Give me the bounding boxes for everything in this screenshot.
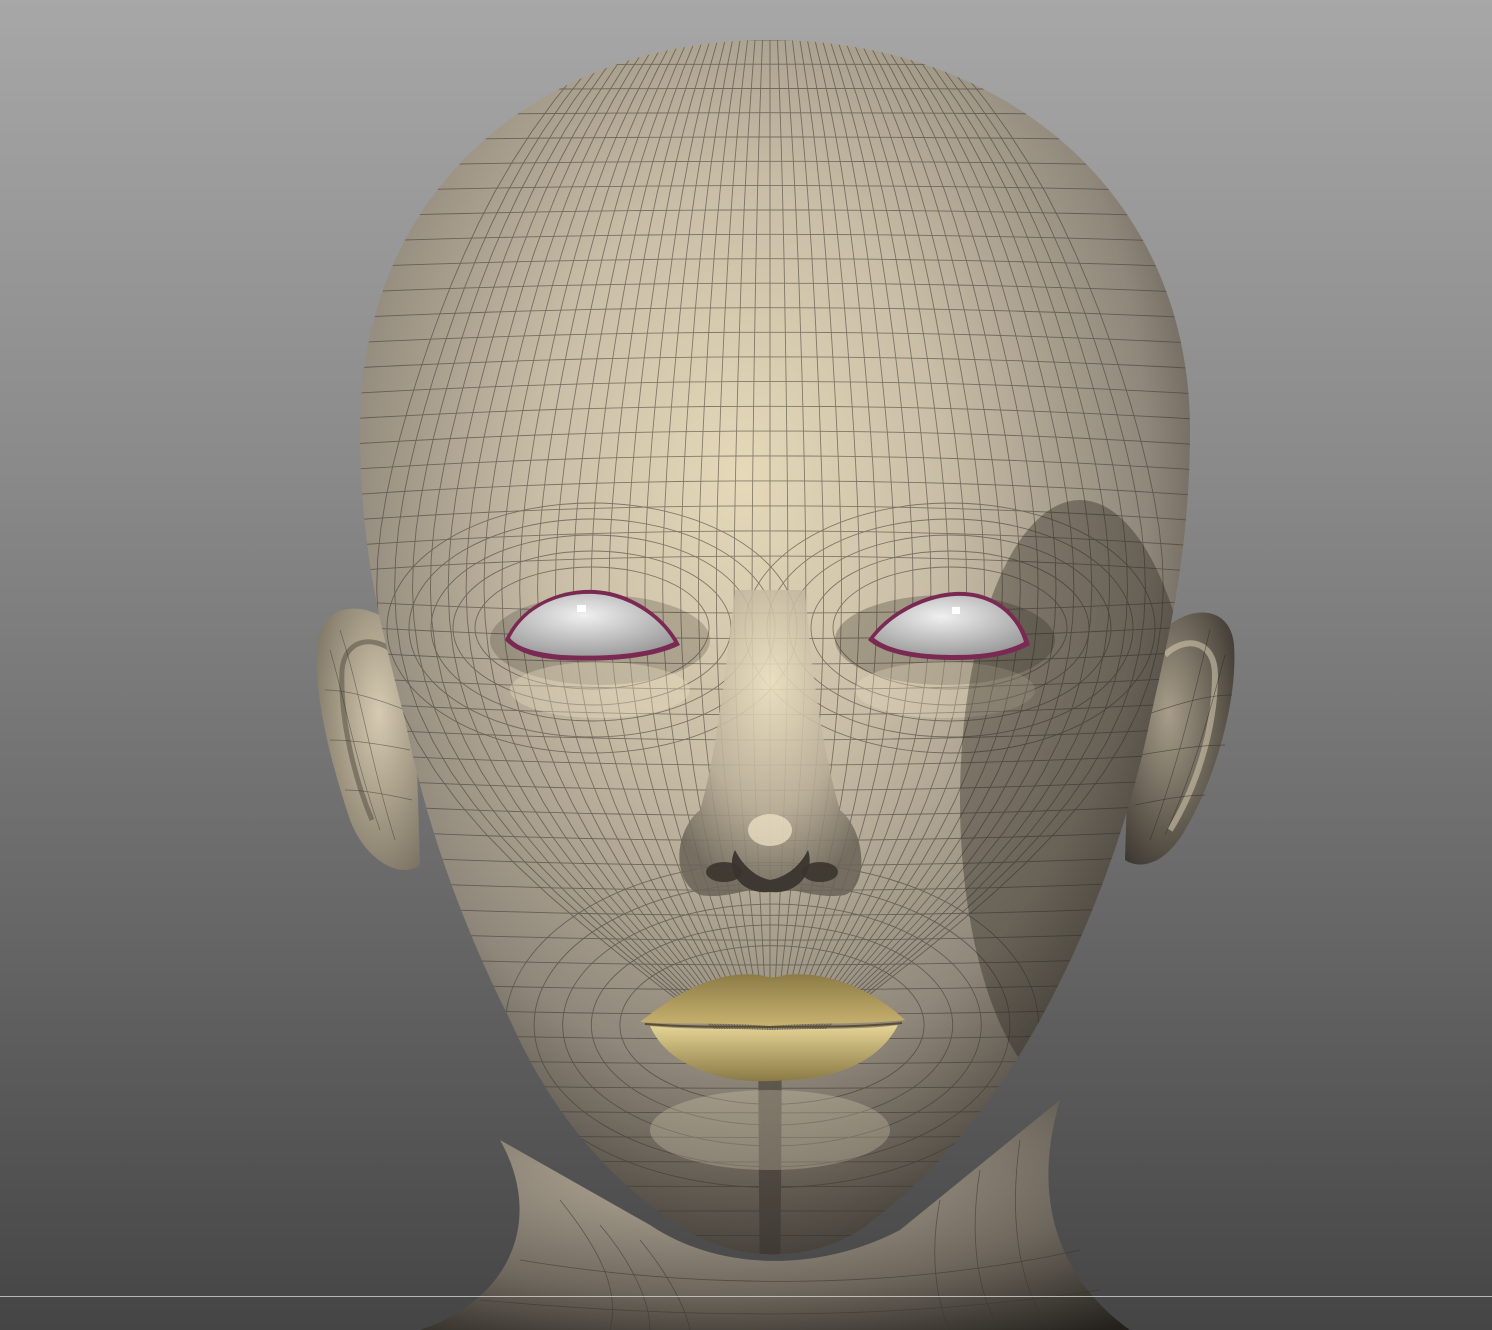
floor-grid-line <box>0 1296 1492 1297</box>
3d-viewport[interactable] <box>0 0 1492 1330</box>
head-model[interactable] <box>0 0 1492 1330</box>
